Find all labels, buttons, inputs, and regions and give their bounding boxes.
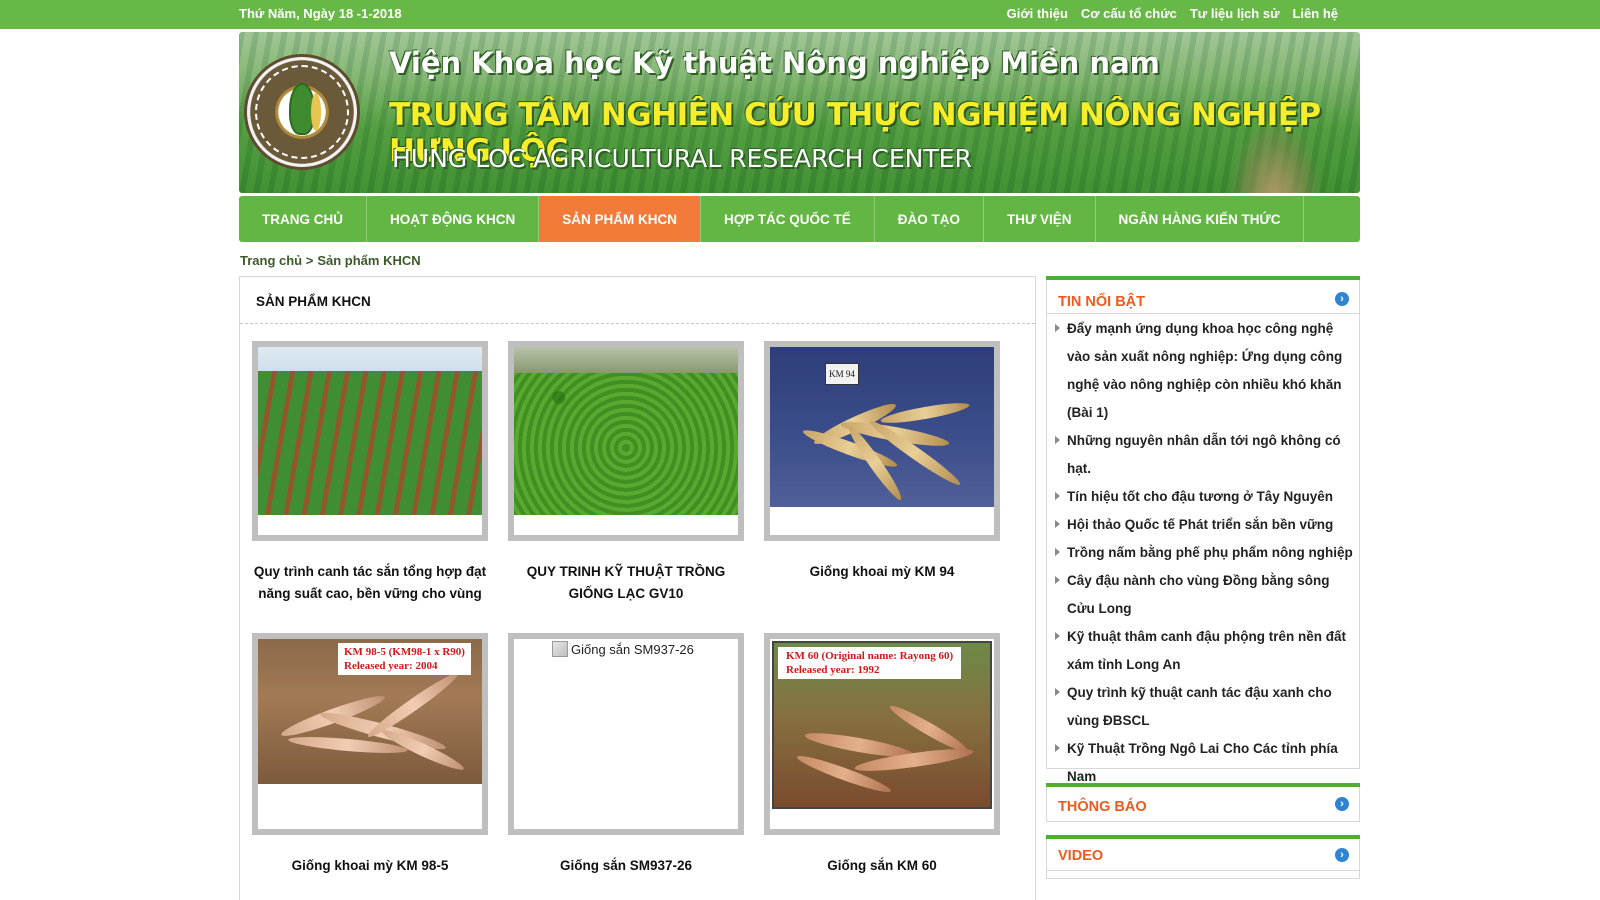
product-card[interactable]: Quy trình canh tác sắn tổng hợp đạt năng… [252,341,488,605]
breadcrumb-home[interactable]: Trang chủ [240,253,302,268]
product-image-frame[interactable] [508,341,744,541]
product-caption[interactable]: QUY TRINH KỸ THUẬT TRỒNG GIỐNG LẠC GV10 [508,561,744,605]
bullet-icon [1055,576,1060,584]
image-label: KM 60 (Original name: Rayong 60) Release… [778,647,962,679]
arrow-right-icon[interactable]: › [1335,848,1349,862]
news-item[interactable]: Tín hiệu tốt cho đậu tương ở Tây Nguyên [1053,483,1357,511]
product-caption[interactable]: Giống khoai mỳ KM 98-5 [252,855,488,877]
arrow-right-icon[interactable]: › [1335,292,1349,306]
product-card[interactable]: KM 98-5 (KM98-1 x R90) Released year: 20… [252,633,488,877]
banner-center-name-en: HUNG LOC AGRICULTURAL RESEARCH CENTER [392,144,972,173]
notices-title[interactable]: THÔNG BÁO [1058,799,1147,815]
breadcrumb-current: Sản phẩm KHCN [317,253,421,268]
product-card[interactable]: QUY TRINH KỸ THUẬT TRỒNG GIỐNG LẠC GV10 [508,341,744,605]
banner-institute-name: Viện Khoa học Kỹ thuật Nông nghiệp Miền … [389,46,1160,80]
broken-image[interactable]: Giống sắn SM937-26 [552,641,694,657]
product-image-frame[interactable]: KM 98-5 (KM98-1 x R90) Released year: 20… [252,633,488,835]
product-caption[interactable]: Giống khoai mỳ KM 94 [764,561,1000,583]
featured-news-title[interactable]: TIN NỔI BẬT [1058,294,1145,310]
main-nav: TRANG CHỦ HOẠT ĐỘNG KHCN SẢN PHẨM KHCN H… [239,196,1360,242]
current-date: Thứ Năm, Ngày 18 -1-2018 [239,6,402,21]
product-image-frame[interactable]: Giống sắn SM937-26 [508,633,744,835]
bullet-icon [1055,520,1060,528]
product-card[interactable]: KM 60 (Original name: Rayong 60) Release… [764,633,1000,877]
news-item[interactable]: Hội thảo Quốc tế Phát triển sắn bền vững [1053,511,1357,539]
products-panel: SẢN PHẨM KHCN Quy trình canh tác sắn tổn… [239,276,1036,900]
product-image[interactable] [258,347,482,515]
box-accent-bar [1046,835,1360,839]
panel-heading: SẢN PHẨM KHCN [256,294,371,309]
breadcrumb-separator: > [305,253,314,268]
notices-box: THÔNG BÁO › [1046,783,1360,822]
title-divider [1047,313,1359,314]
product-caption[interactable]: Giống sắn KM 60 [764,855,1000,877]
grain-icon [311,93,321,131]
news-item[interactable]: Quy trình kỹ thuật canh tác đậu xanh cho… [1053,679,1357,735]
top-link-organization[interactable]: Cơ cấu tổ chức [1081,6,1177,21]
bullet-icon [1055,324,1060,332]
image-tag: KM 94 [825,363,859,385]
box-accent-bar [1046,276,1360,280]
featured-news-list: Đẩy mạnh ứng dụng khoa học công nghệ vào… [1053,315,1357,791]
product-image[interactable] [514,347,738,515]
bullet-icon [1055,632,1060,640]
news-item[interactable]: Những nguyên nhân dẫn tới ngô không có h… [1053,427,1357,483]
bullet-icon [1055,688,1060,696]
arrow-right-icon[interactable]: › [1335,797,1349,811]
nav-item-activities[interactable]: HOẠT ĐỘNG KHCN [367,196,540,242]
box-accent-bar [1046,783,1360,787]
title-divider [1047,870,1359,871]
nav-item-knowledge-bank[interactable]: NGÂN HÀNG KIẾN THỨC [1096,196,1305,242]
top-link-about[interactable]: Giới thiệu [1007,6,1068,21]
top-bar: Thứ Năm, Ngày 18 -1-2018 Giới thiệu Cơ c… [0,0,1600,29]
product-card[interactable]: KM 94 Giống khoai mỳ KM 94 [764,341,1000,583]
image-label: KM 98-5 (KM98-1 x R90) Released year: 20… [338,643,471,675]
nav-item-home[interactable]: TRANG CHỦ [239,196,367,242]
breadcrumb: Trang chủ > Sản phẩm KHCN [240,253,425,268]
video-box: VIDEO › [1046,835,1360,879]
broken-image-alt: Giống sắn SM937-26 [571,641,694,657]
product-caption[interactable]: Quy trình canh tác sắn tổng hợp đạt năng… [252,561,488,605]
news-item[interactable]: Kỹ thuật thâm canh đậu phộng trên nền đấ… [1053,623,1357,679]
product-image-frame[interactable]: KM 94 [764,341,1000,541]
broken-image-icon [552,641,568,657]
news-item[interactable]: Trồng nấm bằng phế phụ phẩm nông nghiệp [1053,539,1357,567]
bullet-icon [1055,492,1060,500]
product-caption[interactable]: Giống sắn SM937-26 [508,855,744,877]
product-image[interactable]: KM 94 [770,347,994,507]
top-links: Giới thiệu Cơ cấu tổ chức Tư liệu lịch s… [1007,6,1338,21]
product-card[interactable]: Giống sắn SM937-26 Giống sắn SM937-26 [508,633,744,877]
logo[interactable] [244,54,360,170]
nav-item-cooperation[interactable]: HỢP TÁC QUỐC TẾ [701,196,875,242]
news-item[interactable]: Cây đậu nành cho vùng Đồng bằng sông Cửu… [1053,567,1357,623]
news-item[interactable]: Đẩy mạnh ứng dụng khoa học công nghệ vào… [1053,315,1357,427]
nav-item-products[interactable]: SẢN PHẨM KHCN [539,196,701,242]
product-image-frame[interactable]: KM 60 (Original name: Rayong 60) Release… [764,633,1000,835]
bullet-icon [1055,436,1060,444]
video-title[interactable]: VIDEO [1058,848,1103,864]
bullet-icon [1055,548,1060,556]
heading-divider [240,323,1035,324]
product-image[interactable]: KM 98-5 (KM98-1 x R90) Released year: 20… [258,639,482,784]
featured-news-box: TIN NỔI BẬT › Đẩy mạnh ứng dụng khoa học… [1046,276,1360,784]
nav-item-library[interactable]: THƯ VIỆN [984,196,1096,242]
product-image-frame[interactable] [252,341,488,541]
bullet-icon [1055,744,1060,752]
header-banner: Viện Khoa học Kỹ thuật Nông nghiệp Miền … [239,32,1360,193]
product-image[interactable]: KM 60 (Original name: Rayong 60) Release… [772,641,992,809]
top-link-contact[interactable]: Liên hệ [1292,6,1338,21]
nav-item-training[interactable]: ĐÀO TẠO [875,196,985,242]
top-link-history[interactable]: Tư liệu lịch sử [1190,6,1280,21]
